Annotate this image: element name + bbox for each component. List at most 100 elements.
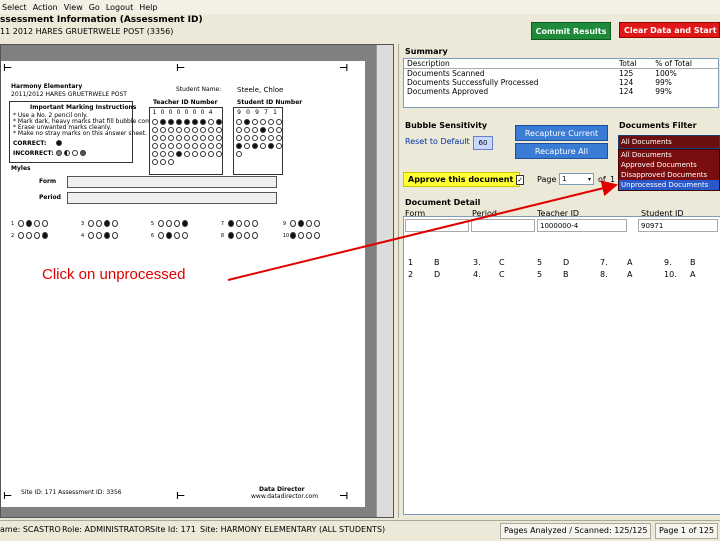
menu-go[interactable]: Go: [87, 3, 104, 12]
student-id-grid: 9 0 9 7 1: [233, 107, 283, 175]
filter-option-approved[interactable]: Approved Documents: [619, 160, 719, 170]
registration-mark: ⊢: [3, 491, 13, 502]
sheet-school-sub: 2011/2012 HARES GRUETRWELE POST: [11, 91, 127, 98]
recapture-current-button[interactable]: Recapture Current: [515, 125, 608, 141]
menu-select[interactable]: Select: [0, 3, 31, 12]
approve-checkbox[interactable]: ✓: [516, 174, 525, 185]
status-user: ame: SCASTRO: [0, 525, 61, 534]
teacher-digit: 0: [200, 109, 205, 116]
student-id-input[interactable]: 90971: [638, 219, 718, 232]
empty-bubble: [208, 151, 214, 157]
sheet-footer-url: www.datadirector.com: [251, 493, 319, 500]
empty-bubble: [160, 127, 166, 133]
form-input[interactable]: [405, 219, 469, 232]
teacher-digit: 0: [184, 109, 189, 116]
form-bubble-row: [67, 176, 277, 188]
menu-help[interactable]: Help: [137, 3, 161, 12]
correct-label: CORRECT:: [13, 140, 47, 147]
empty-bubble: [200, 135, 206, 141]
clear-data-button[interactable]: Clear Data and Start O: [619, 22, 720, 38]
empty-bubble: [88, 232, 95, 239]
answer-value[interactable]: B: [434, 258, 440, 267]
empty-bubble: [276, 135, 282, 141]
empty-bubble: [252, 220, 259, 227]
empty-bubble: [152, 159, 158, 165]
answer-value[interactable]: A: [627, 258, 632, 267]
sheet-student-name-label: Student Name:: [176, 86, 222, 93]
empty-bubble: [192, 151, 198, 157]
empty-bubble: [18, 232, 25, 239]
teacher-digit: 0: [176, 109, 181, 116]
form-label: Form: [39, 178, 57, 185]
menu-action[interactable]: Action: [31, 3, 62, 12]
document-detail-panel: 1000000-4 90971: [403, 216, 720, 515]
answer-value[interactable]: D: [434, 270, 440, 279]
answer-qnum: 7.: [600, 258, 608, 267]
answer-qnum: 4.: [473, 270, 481, 279]
sheet-question-number: 10: [282, 232, 290, 239]
sheet-school: Harmony Elementary: [11, 83, 83, 90]
empty-bubble: [208, 127, 214, 133]
empty-bubble: [252, 232, 259, 239]
period-input[interactable]: [471, 219, 535, 232]
filled-bubble: [236, 143, 242, 149]
reset-default-link[interactable]: Reset to Default: [405, 137, 470, 146]
sheet-student-name: Steele, Chloe: [237, 86, 284, 94]
answer-value[interactable]: D: [563, 258, 569, 267]
menu-view[interactable]: View: [62, 3, 87, 12]
empty-bubble: [112, 232, 119, 239]
empty-bubble: [18, 220, 25, 227]
answer-value[interactable]: B: [563, 270, 569, 279]
empty-bubble: [216, 127, 222, 133]
recapture-all-button[interactable]: Recapture All: [515, 143, 608, 159]
empty-bubble: [176, 135, 182, 141]
answer-value[interactable]: C: [499, 270, 505, 279]
commit-results-button[interactable]: Commit Results: [531, 22, 611, 40]
empty-bubble: [160, 143, 166, 149]
student-digit: 7: [264, 109, 268, 116]
teacher-digit: 0: [168, 109, 173, 116]
empty-bubble: [236, 151, 242, 157]
teacher-id-input[interactable]: 1000000-4: [537, 219, 627, 232]
scanned-answer-sheet: ⊢ ⊢ ⊣ Harmony Elementary 2011/2012 HARES…: [1, 61, 365, 507]
student-id-label: Student ID Number: [237, 99, 303, 106]
period-label: Period: [39, 194, 61, 201]
summary-cell: 124: [619, 78, 634, 87]
filter-option-unprocessed[interactable]: Unprocessed Documents: [619, 180, 719, 190]
empty-bubble: [290, 220, 297, 227]
empty-bubble: [252, 127, 258, 133]
answer-value[interactable]: C: [499, 258, 505, 267]
filled-bubble: [160, 119, 166, 125]
page-number-select[interactable]: 1 ▾: [559, 173, 594, 185]
answer-qnum: 10.: [664, 270, 677, 279]
sheet-question-number: 1: [11, 220, 15, 227]
approve-document-toggle[interactable]: Approve this document ✓: [403, 172, 525, 187]
sheet-question-number: 8: [220, 232, 224, 239]
document-detail-label: Document Detail: [405, 198, 481, 207]
filter-option-disapproved[interactable]: Disapproved Documents: [619, 170, 719, 180]
answer-value[interactable]: A: [690, 270, 695, 279]
sensitivity-value-input[interactable]: 60: [473, 136, 493, 150]
teacher-digit: 0: [192, 109, 197, 116]
filled-bubble: [104, 232, 111, 239]
sheet-question-number: 2: [11, 232, 15, 239]
filter-option-all[interactable]: All Documents: [619, 150, 719, 160]
documents-filter-select[interactable]: All Documents: [618, 135, 720, 149]
answer-qnum: 1: [408, 258, 414, 267]
menu-logout[interactable]: Logout: [104, 3, 137, 12]
viewer-scrollbar[interactable]: [376, 45, 393, 517]
empty-bubble: [244, 220, 251, 227]
empty-bubble: [268, 127, 274, 133]
empty-bubble: [26, 232, 33, 239]
marking-instructions-box: Important Marking Instructions * Use a N…: [9, 101, 172, 163]
registration-mark: ⊣: [339, 491, 349, 502]
answer-value[interactable]: B: [690, 258, 696, 267]
empty-bubble: [158, 232, 165, 239]
answer-row: 1 3 5 7 9: [11, 219, 321, 228]
empty-bubble: [168, 159, 174, 165]
empty-bubble: [168, 127, 174, 133]
page-number-value: 1: [562, 175, 567, 183]
summary-cell: Documents Successfully Processed: [407, 78, 539, 87]
answer-value[interactable]: A: [627, 270, 632, 279]
answer-qnum: 5: [537, 270, 543, 279]
